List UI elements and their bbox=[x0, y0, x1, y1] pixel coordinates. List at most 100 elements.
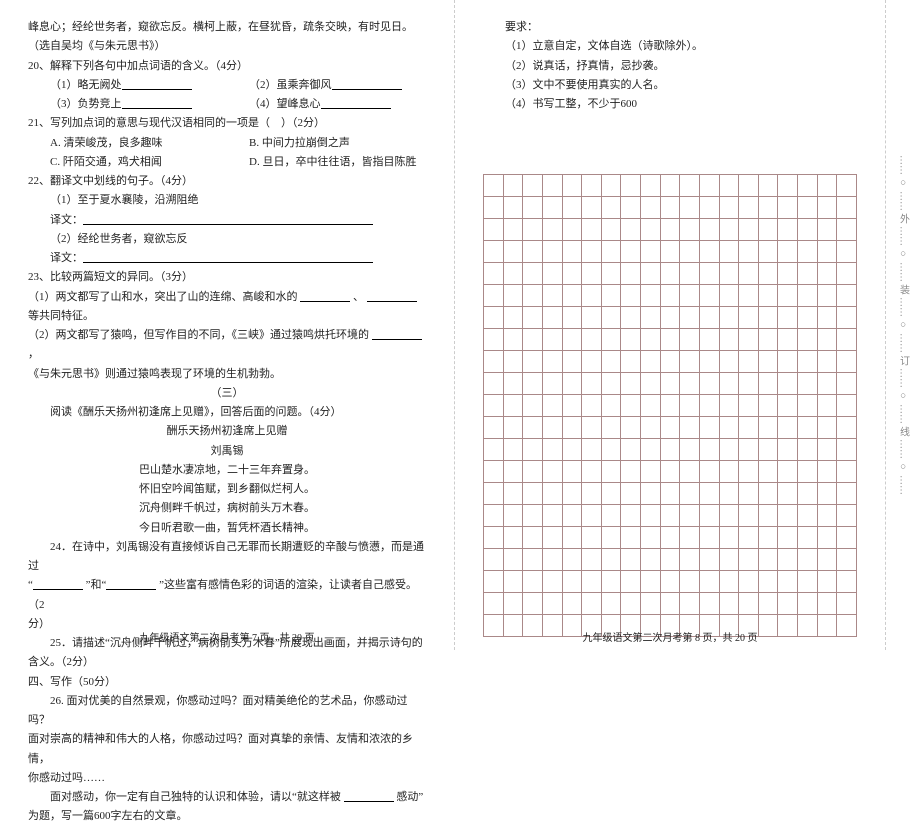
grid-cell bbox=[719, 461, 739, 483]
grid-cell bbox=[503, 483, 523, 505]
grid-cell bbox=[601, 461, 621, 483]
q26d1: 面对感动，你一定有自己独特的认识和体验，请以“就这样被 bbox=[50, 791, 341, 803]
grid-cell bbox=[621, 373, 641, 395]
grid-cell bbox=[582, 483, 602, 505]
grid-cell bbox=[817, 505, 837, 527]
grid-cell bbox=[621, 505, 641, 527]
grid-cell bbox=[601, 329, 621, 351]
blank bbox=[372, 329, 422, 340]
grid-cell bbox=[660, 197, 680, 219]
grid-cell bbox=[503, 461, 523, 483]
grid-cell bbox=[758, 461, 778, 483]
grid-cell bbox=[739, 175, 759, 197]
grid-cell bbox=[699, 241, 719, 263]
grid-cell bbox=[582, 351, 602, 373]
grid-cell bbox=[798, 197, 818, 219]
grid-cell bbox=[837, 483, 857, 505]
grid-cell bbox=[523, 263, 543, 285]
grid-cell bbox=[641, 505, 661, 527]
grid-cell bbox=[484, 505, 504, 527]
grid-cell bbox=[562, 197, 582, 219]
grid-cell bbox=[798, 351, 818, 373]
grid-cell bbox=[798, 461, 818, 483]
q23: 23、比较两篇短文的异同。（3分） bbox=[28, 268, 426, 287]
grid-cell bbox=[641, 285, 661, 307]
grid-cell bbox=[778, 329, 798, 351]
grid-cell bbox=[739, 571, 759, 593]
grid-cell bbox=[719, 505, 739, 527]
grid-cell bbox=[621, 483, 641, 505]
q23b: （2）两文都写了猿鸣，但写作目的不同，《三峡》通过猿鸣烘托环境的 ， bbox=[28, 326, 426, 365]
grid-cell bbox=[719, 307, 739, 329]
grid-cell bbox=[758, 307, 778, 329]
page-left: 峰息心；经纶世务者，窥欲忘反。横柯上蔽，在昼犹昏，疏条交映，有时见日。（选自吴均… bbox=[0, 0, 455, 650]
grid-cell bbox=[660, 285, 680, 307]
grid-cell bbox=[699, 197, 719, 219]
grid-cell bbox=[601, 307, 621, 329]
yiwen-a: 译文： bbox=[50, 214, 83, 226]
grid-cell bbox=[699, 549, 719, 571]
grid-cell bbox=[562, 263, 582, 285]
grid-cell bbox=[542, 505, 562, 527]
grid-cell bbox=[817, 527, 837, 549]
grid-cell bbox=[641, 241, 661, 263]
grid-cell bbox=[660, 549, 680, 571]
grid-cell bbox=[817, 483, 837, 505]
r4: （4）书写工整，不少于600 bbox=[483, 95, 857, 114]
grid-cell bbox=[503, 417, 523, 439]
grid-cell bbox=[503, 263, 523, 285]
grid-cell bbox=[817, 373, 837, 395]
grid-cell bbox=[582, 263, 602, 285]
q20: 20、解释下列各句中加点词语的含义。（4分） bbox=[28, 57, 426, 76]
grid-cell bbox=[817, 285, 837, 307]
grid-cell bbox=[601, 527, 621, 549]
grid-cell bbox=[641, 549, 661, 571]
grid-cell bbox=[680, 219, 700, 241]
grid-cell bbox=[582, 373, 602, 395]
grid-cell bbox=[523, 593, 543, 615]
poem-4: 今日听君歌一曲，暂凭杯酒长精神。 bbox=[28, 519, 426, 538]
grid-cell bbox=[739, 307, 759, 329]
grid-cell bbox=[758, 527, 778, 549]
grid-cell bbox=[837, 395, 857, 417]
grid-cell bbox=[523, 549, 543, 571]
q23a3: 等共同特征。 bbox=[28, 310, 94, 322]
grid-cell bbox=[837, 417, 857, 439]
grid-cell bbox=[660, 527, 680, 549]
grid-cell bbox=[719, 351, 739, 373]
grid-cell bbox=[837, 307, 857, 329]
grid-cell bbox=[817, 461, 837, 483]
grid-cell bbox=[542, 483, 562, 505]
grid-cell bbox=[739, 329, 759, 351]
grid-cell bbox=[562, 571, 582, 593]
grid-cell bbox=[503, 175, 523, 197]
blank bbox=[33, 579, 83, 590]
grid-cell bbox=[699, 175, 719, 197]
grid-cell bbox=[582, 175, 602, 197]
grid-cell bbox=[778, 219, 798, 241]
grid-cell bbox=[484, 329, 504, 351]
grid-cell bbox=[523, 329, 543, 351]
grid-cell bbox=[562, 307, 582, 329]
grid-cell bbox=[778, 439, 798, 461]
grid-cell bbox=[739, 527, 759, 549]
grid-cell bbox=[719, 527, 739, 549]
q20-row1: （1）略无阙处 （2）虽乘奔御风 bbox=[28, 76, 426, 95]
grid-cell bbox=[523, 351, 543, 373]
grid-cell bbox=[523, 395, 543, 417]
side-text: …… ○ …… 外 …… ○ …… 装 …… ○ …… 订 …… ○ …… 线 … bbox=[896, 155, 911, 495]
grid-cell bbox=[699, 483, 719, 505]
grid-cell bbox=[837, 197, 857, 219]
grid-cell bbox=[641, 593, 661, 615]
blank bbox=[344, 791, 394, 802]
blank bbox=[332, 79, 402, 90]
grid-cell bbox=[758, 571, 778, 593]
grid-cell bbox=[503, 439, 523, 461]
grid-cell bbox=[798, 527, 818, 549]
grid-cell bbox=[562, 461, 582, 483]
grid-cell bbox=[719, 285, 739, 307]
grid-cell bbox=[719, 549, 739, 571]
q26d: 面对感动，你一定有自己独特的认识和体验，请以“就这样被 感动” bbox=[28, 788, 426, 807]
grid-cell bbox=[582, 593, 602, 615]
grid-cell bbox=[680, 439, 700, 461]
